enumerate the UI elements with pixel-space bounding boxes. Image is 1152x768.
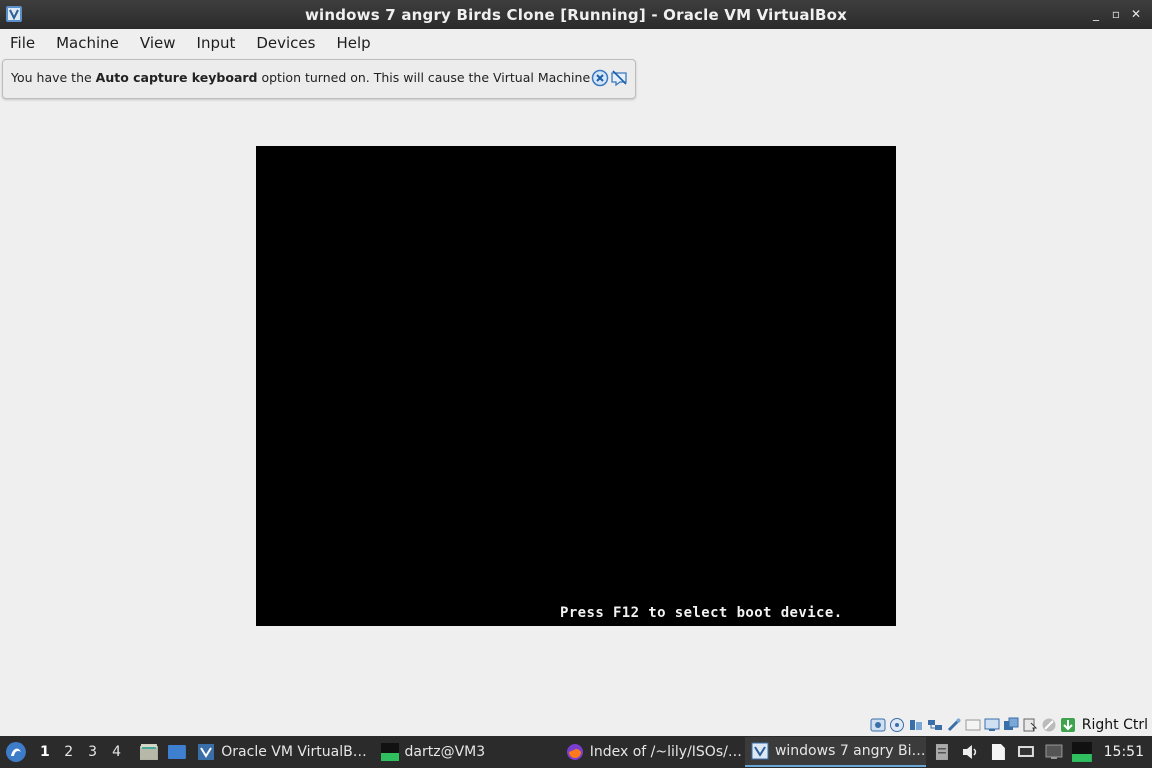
- menu-input[interactable]: Input: [187, 34, 247, 52]
- workspace-3[interactable]: 3: [81, 744, 105, 760]
- host-key-arrow-icon: [1061, 718, 1076, 732]
- start-menu-icon[interactable]: [5, 741, 27, 763]
- menu-bar: File Machine View Input Devices Help: [0, 29, 1152, 57]
- menu-machine[interactable]: Machine: [46, 34, 130, 52]
- menu-devices[interactable]: Devices: [246, 34, 326, 52]
- network-icon[interactable]: [927, 717, 943, 733]
- network-manager-icon[interactable]: [1016, 742, 1036, 762]
- menu-help[interactable]: Help: [326, 34, 381, 52]
- optical-drive-icon[interactable]: [889, 717, 905, 733]
- firefox-icon: [566, 744, 583, 760]
- display-settings-icon[interactable]: [1044, 742, 1064, 762]
- notification-suffix: option turned on. This will cause the Vi…: [257, 70, 607, 85]
- task-label: Oracle VM VirtualB…: [221, 744, 367, 760]
- window-title-bar[interactable]: windows 7 angry Birds Clone [Running] - …: [0, 0, 1152, 29]
- show-desktop-icon[interactable]: [166, 741, 188, 763]
- close-notification-icon[interactable]: [591, 69, 609, 87]
- window-title: windows 7 angry Birds Clone [Running] - …: [304, 5, 848, 24]
- notification-bold-text: Auto capture keyboard: [95, 70, 258, 85]
- audio-icon[interactable]: [908, 717, 924, 733]
- task-terminal[interactable]: dartz@VM3: [375, 737, 560, 767]
- task-label: windows 7 angry Bi…: [774, 743, 926, 759]
- task-firefox[interactable]: Index of /~lily/ISOs/…: [560, 737, 745, 767]
- hard-disk-icon[interactable]: [870, 717, 886, 733]
- virtualbox-window-icon: [6, 6, 22, 22]
- close-button[interactable]: ✕: [1126, 4, 1146, 24]
- menu-file[interactable]: File: [0, 34, 46, 52]
- display-icon[interactable]: [984, 717, 1000, 733]
- taskbar: 1 2 3 4 Oracle VM VirtualB… dartz@VM3 In…: [0, 736, 1152, 768]
- virtualbox-vm-icon: [751, 742, 769, 760]
- task-label: Index of /~lily/ISOs/…: [589, 744, 742, 760]
- notification-message: You have the Auto capture keyboard optio…: [11, 70, 607, 85]
- volume-icon[interactable]: [960, 742, 980, 762]
- notification-prefix: You have the: [11, 70, 96, 85]
- task-vm-window[interactable]: windows 7 angry Bi…: [744, 737, 927, 767]
- task-label: dartz@VM3: [404, 744, 486, 760]
- vm-status-bar: Right Ctrl: [869, 714, 1152, 736]
- boot-message: Press F12 to select boot device.: [560, 605, 843, 621]
- mouse-integration-icon[interactable]: [1022, 717, 1038, 733]
- vm-display[interactable]: Press F12 to select boot device.: [256, 146, 896, 626]
- virtualbox-icon: [198, 744, 215, 760]
- task-virtualbox-manager[interactable]: Oracle VM VirtualB…: [191, 737, 374, 767]
- minimize-button[interactable]: _: [1086, 4, 1106, 24]
- system-monitor-icon[interactable]: [1071, 742, 1092, 762]
- clock[interactable]: 15:51: [1104, 744, 1144, 760]
- workspace-2[interactable]: 2: [57, 744, 81, 760]
- video-capture-icon[interactable]: [1003, 717, 1019, 733]
- workspace-4[interactable]: 4: [105, 744, 129, 760]
- terminal-icon: [380, 743, 399, 761]
- file-manager-launcher-icon[interactable]: [138, 741, 160, 763]
- menu-view[interactable]: View: [130, 34, 187, 52]
- workspace-1[interactable]: 1: [33, 744, 57, 760]
- do-not-show-again-icon[interactable]: [610, 69, 628, 87]
- auto-capture-notification: You have the Auto capture keyboard optio…: [2, 59, 636, 99]
- shared-folders-icon[interactable]: [965, 717, 981, 733]
- usb-icon[interactable]: [946, 717, 962, 733]
- maximize-button[interactable]: ▫: [1106, 4, 1126, 24]
- clipboard-icon[interactable]: [932, 742, 952, 762]
- keyboard-icon[interactable]: [1041, 717, 1057, 733]
- host-key-label: Right Ctrl: [1081, 717, 1148, 733]
- notes-icon[interactable]: [988, 742, 1008, 762]
